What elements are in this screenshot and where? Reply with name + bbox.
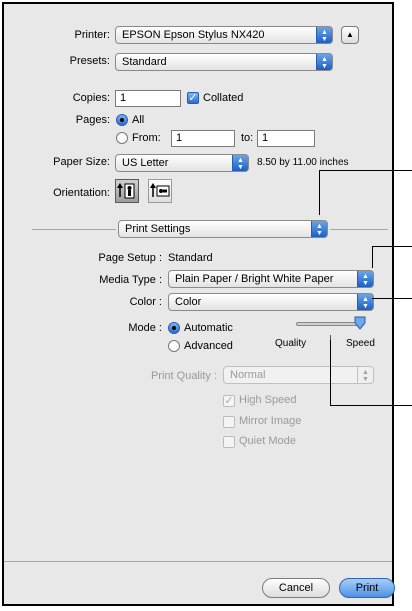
slider-speed-label: Speed bbox=[346, 338, 375, 349]
print-quality-label: Print Quality : bbox=[150, 370, 217, 382]
quality-speed-slider-track[interactable] bbox=[296, 322, 360, 326]
color-value: Color bbox=[175, 296, 202, 308]
paper-size-value: US Letter bbox=[122, 157, 169, 169]
callout-line-panel-v bbox=[319, 170, 320, 215]
quiet-mode-label: Quiet Mode bbox=[239, 435, 296, 447]
printer-label: Printer: bbox=[74, 29, 110, 41]
orientation-label: Orientation: bbox=[53, 187, 110, 199]
expand-dialog-button[interactable]: ▲ bbox=[341, 26, 359, 44]
callout-line-slider-h bbox=[330, 405, 412, 406]
chevron-updown-icon: ▲ ▼ bbox=[311, 221, 327, 237]
pages-all-radio[interactable] bbox=[116, 114, 128, 126]
page-setup-label: Page Setup : bbox=[98, 252, 162, 264]
chevron-updown-icon: ▲ ▼ bbox=[357, 294, 373, 310]
portrait-orientation-button[interactable] bbox=[115, 179, 139, 203]
pages-from-label: From: bbox=[132, 132, 161, 144]
presets-label: Presets: bbox=[69, 55, 110, 67]
chevron-updown-icon: ▲ ▼ bbox=[316, 54, 332, 70]
chevron-updown-icon: ▲ ▼ bbox=[357, 367, 373, 383]
cancel-button[interactable]: Cancel bbox=[262, 578, 330, 598]
mode-label: Mode : bbox=[128, 322, 162, 334]
media-type-value: Plain Paper / Bright White Paper bbox=[175, 273, 334, 285]
copies-field[interactable]: 1 bbox=[115, 90, 181, 107]
panel-popup-value: Print Settings bbox=[125, 223, 191, 235]
print-dialog: Printer: EPSON Epson Stylus NX420 ▲ ▼ ▲ P… bbox=[2, 2, 395, 606]
pages-to-label: to: bbox=[241, 132, 254, 144]
pages-all-label: All bbox=[132, 114, 145, 126]
mirror-image-label: Mirror Image bbox=[239, 415, 302, 427]
pages-label: Pages: bbox=[75, 114, 110, 126]
paper-dimensions: 8.50 by 11.00 inches bbox=[257, 157, 349, 168]
slider-knob[interactable] bbox=[354, 316, 366, 330]
presets-popup[interactable]: Standard ▲ ▼ bbox=[115, 53, 333, 71]
bottom-separator bbox=[4, 561, 392, 562]
printer-value: EPSON Epson Stylus NX420 bbox=[122, 29, 265, 41]
media-type-label: Media Type : bbox=[99, 274, 162, 286]
mode-automatic-label: Automatic bbox=[184, 322, 233, 334]
chevron-updown-icon: ▲ ▼ bbox=[316, 27, 332, 43]
print-quality-value: Normal bbox=[230, 369, 266, 381]
chevron-updown-icon: ▲ ▼ bbox=[357, 271, 373, 287]
pages-from-radio[interactable] bbox=[116, 132, 128, 144]
portrait-person-icon bbox=[117, 183, 135, 199]
high-speed-label: High Speed bbox=[239, 394, 297, 406]
page-setup-value: Standard bbox=[168, 252, 213, 264]
mirror-image-checkbox[interactable] bbox=[223, 416, 235, 428]
panel-popup[interactable]: Print Settings ▲ ▼ bbox=[118, 220, 328, 238]
collated-checkbox[interactable]: ✓ bbox=[187, 92, 199, 104]
slider-quality-label: Quality bbox=[275, 338, 307, 349]
callout-line-slider-v bbox=[330, 340, 331, 405]
paper-size-label: Paper Size: bbox=[53, 156, 110, 168]
chevron-updown-icon: ▲ ▼ bbox=[232, 155, 248, 171]
mode-advanced-radio[interactable] bbox=[168, 340, 180, 352]
callout-line-panel-h bbox=[319, 170, 412, 171]
print-quality-popup[interactable]: Normal ▲ ▼ bbox=[223, 366, 374, 384]
separator-left bbox=[32, 229, 116, 230]
collated-label: Collated bbox=[203, 92, 244, 104]
media-type-popup[interactable]: Plain Paper / Bright White Paper ▲ ▼ bbox=[168, 270, 374, 288]
callout-line-media-v bbox=[372, 246, 373, 268]
separator-right bbox=[330, 229, 388, 230]
mode-automatic-radio[interactable] bbox=[168, 322, 180, 334]
printer-popup[interactable]: EPSON Epson Stylus NX420 ▲ ▼ bbox=[115, 26, 333, 44]
paper-size-popup[interactable]: US Letter ▲ ▼ bbox=[115, 154, 249, 172]
print-button[interactable]: Print bbox=[339, 578, 395, 598]
triangle-up-icon: ▲ bbox=[346, 30, 354, 39]
copies-label: Copies: bbox=[72, 92, 110, 104]
callout-line-color bbox=[372, 298, 412, 299]
landscape-orientation-button[interactable] bbox=[148, 179, 172, 203]
color-label: Color : bbox=[129, 296, 162, 308]
landscape-person-icon bbox=[150, 183, 170, 197]
high-speed-checkbox[interactable]: ✓ bbox=[223, 395, 235, 407]
color-popup[interactable]: Color ▲ ▼ bbox=[168, 293, 374, 311]
pages-from-field[interactable]: 1 bbox=[171, 130, 235, 147]
pages-to-field[interactable]: 1 bbox=[257, 130, 315, 147]
slider-knob-icon bbox=[354, 316, 366, 330]
mode-advanced-label: Advanced bbox=[184, 340, 233, 352]
quiet-mode-checkbox[interactable] bbox=[223, 436, 235, 448]
presets-value: Standard bbox=[122, 56, 167, 68]
callout-line-media-h bbox=[372, 246, 412, 247]
